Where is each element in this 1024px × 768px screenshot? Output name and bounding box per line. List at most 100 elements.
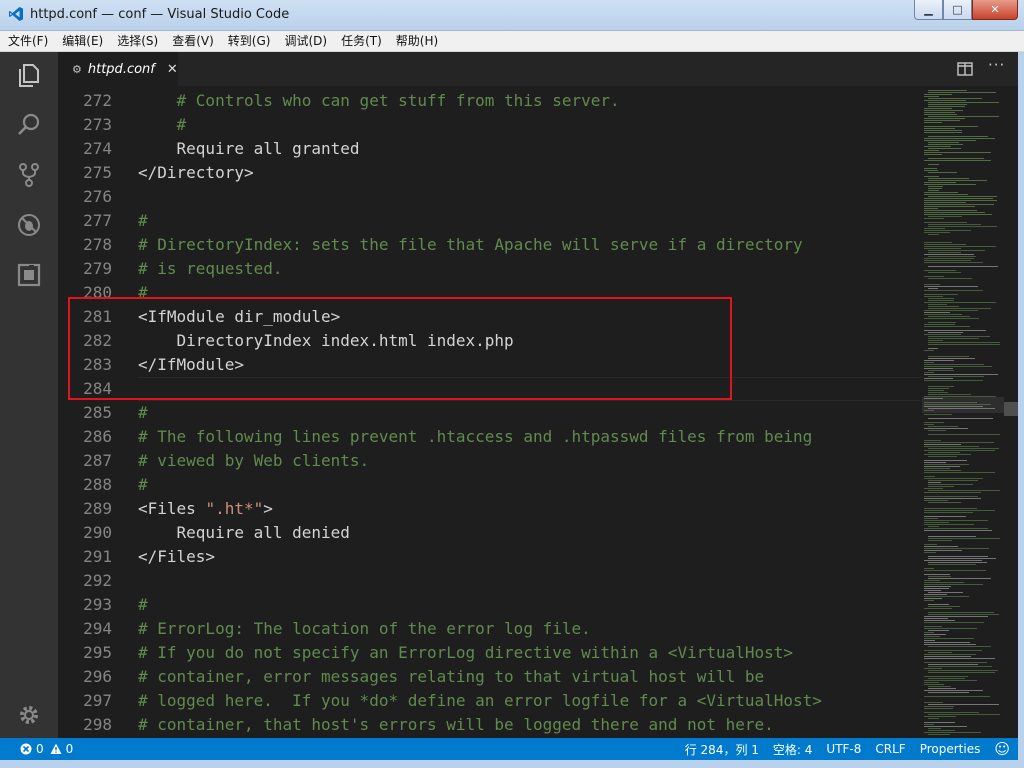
minimap-line bbox=[924, 108, 952, 109]
menu-help[interactable]: 帮助(H) bbox=[388, 31, 444, 51]
line-number: 286 bbox=[83, 427, 112, 446]
code-token: # Controls who can get stuff from this s… bbox=[138, 91, 620, 110]
code-line[interactable]: 285 # bbox=[58, 401, 922, 425]
error-icon bbox=[20, 743, 32, 755]
minimap-line bbox=[924, 638, 974, 639]
minimap-line bbox=[928, 376, 984, 377]
more-actions-icon[interactable]: ··· bbox=[988, 56, 1005, 74]
code-line[interactable]: 273 # bbox=[58, 113, 922, 137]
minimap-line bbox=[924, 228, 945, 229]
code-line[interactable]: 276 bbox=[58, 185, 922, 209]
minimap-line bbox=[924, 312, 950, 313]
code-line[interactable]: 272 # Controls who can get stuff from th… bbox=[58, 89, 922, 113]
minimap-line bbox=[924, 508, 977, 509]
minimap-line bbox=[924, 724, 934, 725]
menu-go[interactable]: 转到(G) bbox=[220, 31, 277, 51]
code-editor[interactable]: 272 # Controls who can get stuff from th… bbox=[58, 86, 922, 738]
minimap-line bbox=[928, 730, 955, 731]
minimap-line bbox=[924, 210, 977, 211]
minimap-line bbox=[924, 222, 967, 223]
search-icon[interactable] bbox=[0, 102, 58, 148]
minimap-line bbox=[924, 248, 961, 249]
file-encoding[interactable]: UTF-8 bbox=[826, 742, 861, 756]
minimize-button[interactable]: ▁ bbox=[914, 0, 943, 20]
minimap-line bbox=[928, 718, 939, 719]
scroll-thumb[interactable] bbox=[1004, 402, 1018, 416]
code-line[interactable]: 297 # logged here. If you *do* define an … bbox=[58, 689, 922, 713]
settings-icon[interactable] bbox=[0, 692, 58, 738]
code-line[interactable]: 291 </Files> bbox=[58, 545, 922, 569]
code-line[interactable]: 278 # DirectoryIndex: sets the file that … bbox=[58, 233, 922, 257]
minimap-line bbox=[928, 540, 952, 541]
cursor-position[interactable]: 行 284，列 1 bbox=[685, 741, 759, 758]
menu-tasks[interactable]: 任务(T) bbox=[333, 31, 388, 51]
minimap-line bbox=[924, 642, 970, 643]
minimap-line bbox=[924, 364, 984, 365]
code-line[interactable]: 289 <Files ".ht*"> bbox=[58, 497, 922, 521]
menu-edit[interactable]: 编辑(E) bbox=[54, 31, 109, 51]
code-line[interactable]: 295 # If you do not specify an ErrorLog d… bbox=[58, 641, 922, 665]
minimap-line bbox=[924, 132, 962, 133]
menu-debug[interactable]: 调试(D) bbox=[276, 31, 333, 51]
code-line[interactable]: 277 # bbox=[58, 209, 922, 233]
warning-icon bbox=[50, 743, 62, 754]
minimap-line bbox=[928, 234, 939, 235]
code-line[interactable]: 294 # ErrorLog: The location of the error… bbox=[58, 617, 922, 641]
split-editor-icon[interactable] bbox=[957, 61, 973, 77]
line-number: 285 bbox=[83, 403, 112, 422]
maximize-button[interactable]: □ bbox=[943, 0, 972, 20]
code-token: # container, error messages relating to … bbox=[138, 667, 765, 686]
minimap-line bbox=[924, 528, 988, 529]
minimap-line bbox=[924, 598, 942, 599]
code-line[interactable]: 290 Require all denied bbox=[58, 521, 922, 545]
code-line[interactable]: 293 # bbox=[58, 593, 922, 617]
code-line[interactable]: 288 # bbox=[58, 473, 922, 497]
minimap-line bbox=[924, 326, 970, 327]
code-token: # bbox=[138, 403, 148, 422]
minimap-line bbox=[928, 452, 960, 453]
problems-indicator[interactable]: 0 0 bbox=[20, 738, 73, 760]
minimap-line bbox=[924, 284, 940, 285]
code-line[interactable]: 275 </Directory> bbox=[58, 161, 922, 185]
minimap-line bbox=[924, 488, 943, 489]
minimap-line bbox=[924, 690, 983, 691]
language-mode[interactable]: Properties bbox=[920, 742, 981, 756]
minimap-line bbox=[928, 392, 948, 393]
minimap-line bbox=[928, 484, 973, 485]
minimap-line bbox=[928, 98, 982, 99]
minimap-line bbox=[928, 316, 970, 317]
code-line[interactable]: 279 # is requested. bbox=[58, 257, 922, 281]
files-icon[interactable] bbox=[0, 52, 58, 98]
minimap-line bbox=[924, 594, 947, 595]
code-line[interactable]: 287 # viewed by Web clients. bbox=[58, 449, 922, 473]
menu-file[interactable]: 文件(F) bbox=[0, 31, 54, 51]
source-control-icon[interactable] bbox=[0, 152, 58, 198]
minimap-line bbox=[924, 324, 955, 325]
feedback-smiley-icon[interactable]: ☺ bbox=[994, 740, 1010, 758]
line-number: 276 bbox=[83, 187, 112, 206]
code-line[interactable]: 286 # The following lines prevent .htacce… bbox=[58, 425, 922, 449]
menu-view[interactable]: 查看(V) bbox=[164, 31, 220, 51]
line-ending[interactable]: CRLF bbox=[875, 742, 905, 756]
code-line[interactable]: 292 bbox=[58, 569, 922, 593]
code-line[interactable]: 274 Require all granted bbox=[58, 137, 922, 161]
tab-close-icon[interactable]: ✕ bbox=[167, 62, 178, 77]
close-button[interactable]: ✕ bbox=[972, 0, 1018, 20]
tab-httpd-conf[interactable]: ⚙ httpd.conf ✕ bbox=[58, 52, 178, 86]
code-line[interactable]: 296 # container, error messages relating … bbox=[58, 665, 922, 689]
minimap-line bbox=[924, 518, 938, 519]
code-line[interactable]: 298 # container, that host's errors will … bbox=[58, 713, 922, 737]
line-code: Require all denied bbox=[138, 521, 350, 545]
indentation[interactable]: 空格: 4 bbox=[773, 741, 813, 758]
minimap-line bbox=[924, 644, 976, 645]
minimap-line bbox=[924, 662, 987, 663]
menu-selection[interactable]: 选择(S) bbox=[109, 31, 164, 51]
vertical-scrollbar[interactable] bbox=[1004, 86, 1018, 738]
code-token: ".ht*" bbox=[205, 499, 264, 518]
minimap-line bbox=[928, 394, 971, 395]
extensions-icon[interactable] bbox=[0, 252, 58, 298]
code-token: </Directory> bbox=[138, 163, 254, 182]
minimap-line bbox=[928, 692, 969, 693]
debug-icon[interactable] bbox=[0, 202, 58, 248]
minimap-line bbox=[924, 422, 944, 423]
